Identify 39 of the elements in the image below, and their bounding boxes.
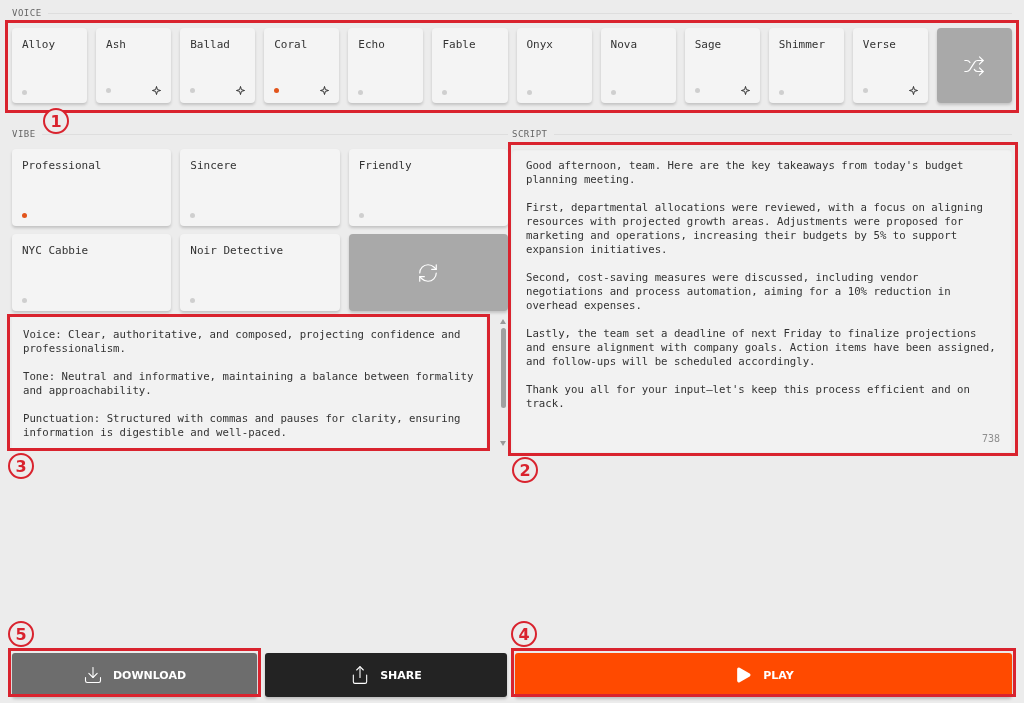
step-number: 1 [43, 108, 69, 134]
voice-option[interactable]: Echo [348, 28, 424, 103]
step-number: 3 [8, 453, 34, 479]
script-paragraph: First, departmental allocations were reviewed, with a focus on aligning resources with projected growth areas. Adjustments were proposed for marketing and operations, increasing their budgets by 5% to support expansion initiatives. [526, 201, 984, 257]
voice-option[interactable]: Alloy [12, 28, 88, 103]
section-heading: SCRIPT [512, 129, 548, 139]
refresh-icon [417, 261, 440, 284]
vibe-option[interactable]: NYC Cabbie [12, 234, 172, 311]
vibe-option[interactable]: Sincere [180, 149, 340, 226]
section-heading: VIBE [12, 129, 36, 139]
voice-option[interactable]: Onyx [516, 28, 592, 103]
voice-option[interactable]: Shimmer [768, 28, 844, 103]
voice-option[interactable]: Nova [600, 28, 676, 103]
voice-option[interactable]: Fable [432, 28, 508, 103]
shuffle-button[interactable] [936, 28, 1012, 103]
vibe-option[interactable]: Professional [12, 149, 172, 226]
step-number: 2 [512, 457, 538, 483]
voice-option[interactable]: Verse [852, 28, 928, 103]
vibe-option[interactable]: Noir Detective [180, 234, 340, 311]
description-paragraph: Voice: Clear, authoritative, and composed, projecting confidence and professionalism. [23, 328, 462, 356]
shuffle-icon [963, 54, 986, 77]
script-paragraph: Good afternoon, team. Here are the key takeaways from today's budget planning meeting. [526, 159, 965, 187]
script-paragraph: Second, cost-saving measures were discussed, including vendor negotiations and process automation, aiming for a 10% reduction in overhead expenses. [526, 271, 952, 313]
character-count: 738 [981, 432, 1000, 446]
script-paragraph: Thank you all for your input—let's keep this process efficient and on track. [526, 383, 971, 411]
script-paragraph: Lastly, the team set a deadline of next Friday to finalize projections and ensure alignment with company goals. Action items have been assigned, and follow-ups will be scheduled accordingly. [526, 327, 997, 369]
share-button[interactable]: SHARE [265, 653, 507, 697]
description-paragraph: Tone: Neutral and informative, maintaining a balance between formality and approachability. [23, 370, 475, 398]
voice-option[interactable]: Ballad [180, 28, 256, 103]
step-number: 4 [511, 621, 537, 647]
download-button[interactable]: DOWNLOAD [12, 653, 257, 697]
section-heading: VOICE [12, 8, 42, 18]
voice-option[interactable]: Coral [264, 28, 340, 103]
vibe-option[interactable]: Friendly [348, 149, 508, 226]
step-number: 5 [8, 621, 34, 647]
download-icon [82, 665, 103, 685]
voice-option[interactable]: Sage [684, 28, 760, 103]
voice-option[interactable]: Ash [96, 28, 172, 103]
description-paragraph: Punctuation: Structured with commas and pauses for clarity, ensuring information is digestible and well-paced. [23, 412, 462, 440]
